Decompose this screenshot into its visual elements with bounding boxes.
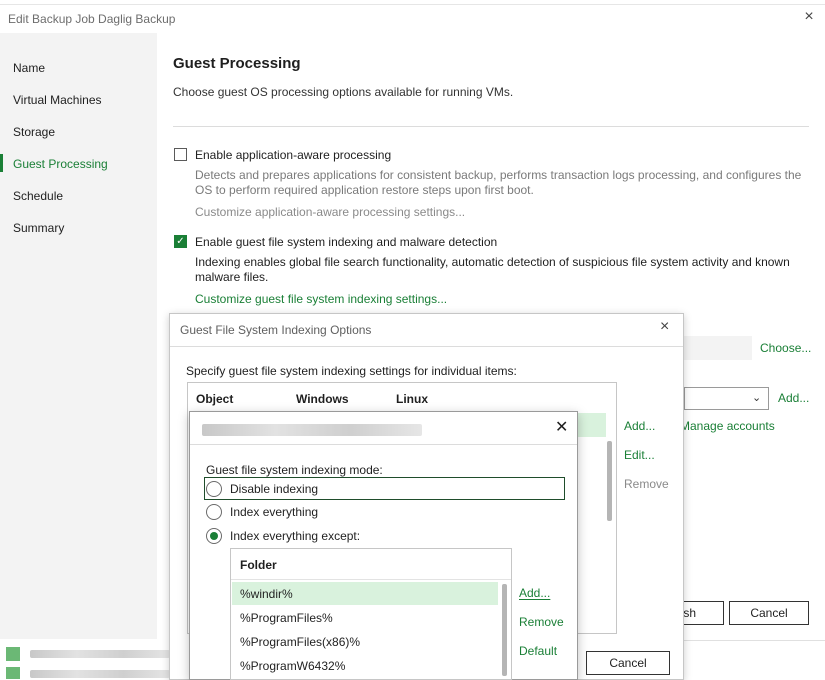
close-icon[interactable]: × — [800, 8, 818, 26]
window-title: Edit Backup Job Daglig Backup — [8, 12, 176, 26]
page-title: Guest Processing — [173, 55, 301, 72]
mode-radio-except[interactable] — [206, 528, 222, 544]
app-aware-label: Enable application-aware processing — [195, 148, 392, 162]
dialog-header-divider — [190, 444, 577, 445]
dialog-instruction: Specify guest file system indexing setti… — [186, 364, 517, 378]
blurred-items — [0, 639, 172, 680]
mode-radio-everything[interactable] — [206, 504, 222, 520]
footer-divider — [684, 640, 825, 641]
sidebar-item-schedule[interactable]: Schedule — [13, 189, 63, 203]
sidebar-item-storage[interactable]: Storage — [13, 125, 55, 139]
mode-label-except: Index everything except: — [230, 529, 361, 543]
app-icon — [6, 647, 20, 661]
sidebar-item-name[interactable]: Name — [13, 61, 45, 75]
page-subtitle: Choose guest OS processing options avail… — [173, 85, 514, 99]
indexing-description: Indexing enables global file search func… — [195, 255, 790, 284]
indexing-label: Enable guest file system indexing and ma… — [195, 235, 498, 249]
mode-radio-disable[interactable] — [206, 481, 222, 497]
choose-link[interactable]: Choose... — [760, 341, 811, 355]
default-folders-button[interactable]: Default — [519, 644, 557, 658]
active-indicator — [0, 154, 3, 172]
divider — [173, 126, 809, 127]
main-cancel-button[interactable]: Cancel — [729, 601, 809, 625]
indexing-mode-label: Guest file system indexing mode: — [206, 463, 383, 477]
remove-object-button[interactable]: Remove — [624, 477, 669, 491]
folder-scrollbar[interactable] — [502, 584, 507, 676]
remove-folder-button[interactable]: Remove — [519, 615, 564, 629]
mode-label-everything: Index everything — [230, 505, 319, 519]
folder-row[interactable]: %windir% — [240, 587, 293, 601]
app-aware-settings-link[interactable]: Customize application-aware processing s… — [195, 205, 465, 219]
field-background — [684, 336, 752, 360]
indexing-settings-dialog: ✕ Guest file system indexing mode: Disab… — [189, 411, 578, 680]
app-icon — [6, 667, 20, 679]
table-scrollbar[interactable] — [607, 441, 612, 521]
dialog-header-divider — [170, 346, 683, 347]
folder-row[interactable]: %ProgramW6432% — [240, 659, 345, 673]
app-aware-checkbox[interactable] — [174, 148, 187, 161]
close-icon[interactable]: ✕ — [555, 417, 568, 437]
indexing-settings-link[interactable]: Customize guest file system indexing set… — [195, 292, 447, 306]
add-object-button[interactable]: Add... — [624, 419, 655, 433]
mode-label-disable: Disable indexing — [230, 482, 319, 496]
column-header-object: Object — [196, 392, 234, 406]
folder-list: Folder %windir% %ProgramFiles% %ProgramF… — [230, 548, 512, 680]
folder-header-divider — [231, 579, 511, 580]
app-aware-description: Detects and prepares applications for co… — [195, 168, 802, 197]
options-cancel-button[interactable]: Cancel — [586, 651, 670, 675]
sidebar-item-guest-processing[interactable]: Guest Processing — [13, 157, 108, 171]
column-header-windows: Windows — [296, 392, 349, 406]
table-row[interactable] — [576, 413, 606, 437]
credentials-dropdown[interactable]: ⌄ — [684, 387, 769, 410]
manage-accounts-link[interactable]: Manage accounts — [680, 419, 775, 433]
folder-row[interactable]: %ProgramFiles% — [240, 611, 333, 625]
close-icon[interactable]: × — [660, 318, 669, 336]
column-header-linux: Linux — [396, 392, 428, 406]
chevron-down-icon: ⌄ — [752, 392, 762, 404]
blurred-text — [30, 670, 170, 678]
indexing-checkbox[interactable]: ✓ — [174, 235, 187, 248]
folder-row[interactable]: %ProgramFiles(x86)% — [240, 635, 360, 649]
sidebar-item-summary[interactable]: Summary — [13, 221, 64, 235]
add-folder-button[interactable]: Add... — [519, 586, 550, 600]
sidebar-item-virtual-machines[interactable]: Virtual Machines — [13, 93, 102, 107]
dialog-title-blurred — [202, 424, 422, 436]
add-credentials-link[interactable]: Add... — [778, 391, 809, 405]
folder-column-header: Folder — [240, 558, 277, 572]
dialog-title: Guest File System Indexing Options — [180, 323, 372, 337]
blurred-text — [30, 650, 170, 658]
edit-object-button[interactable]: Edit... — [624, 448, 655, 462]
